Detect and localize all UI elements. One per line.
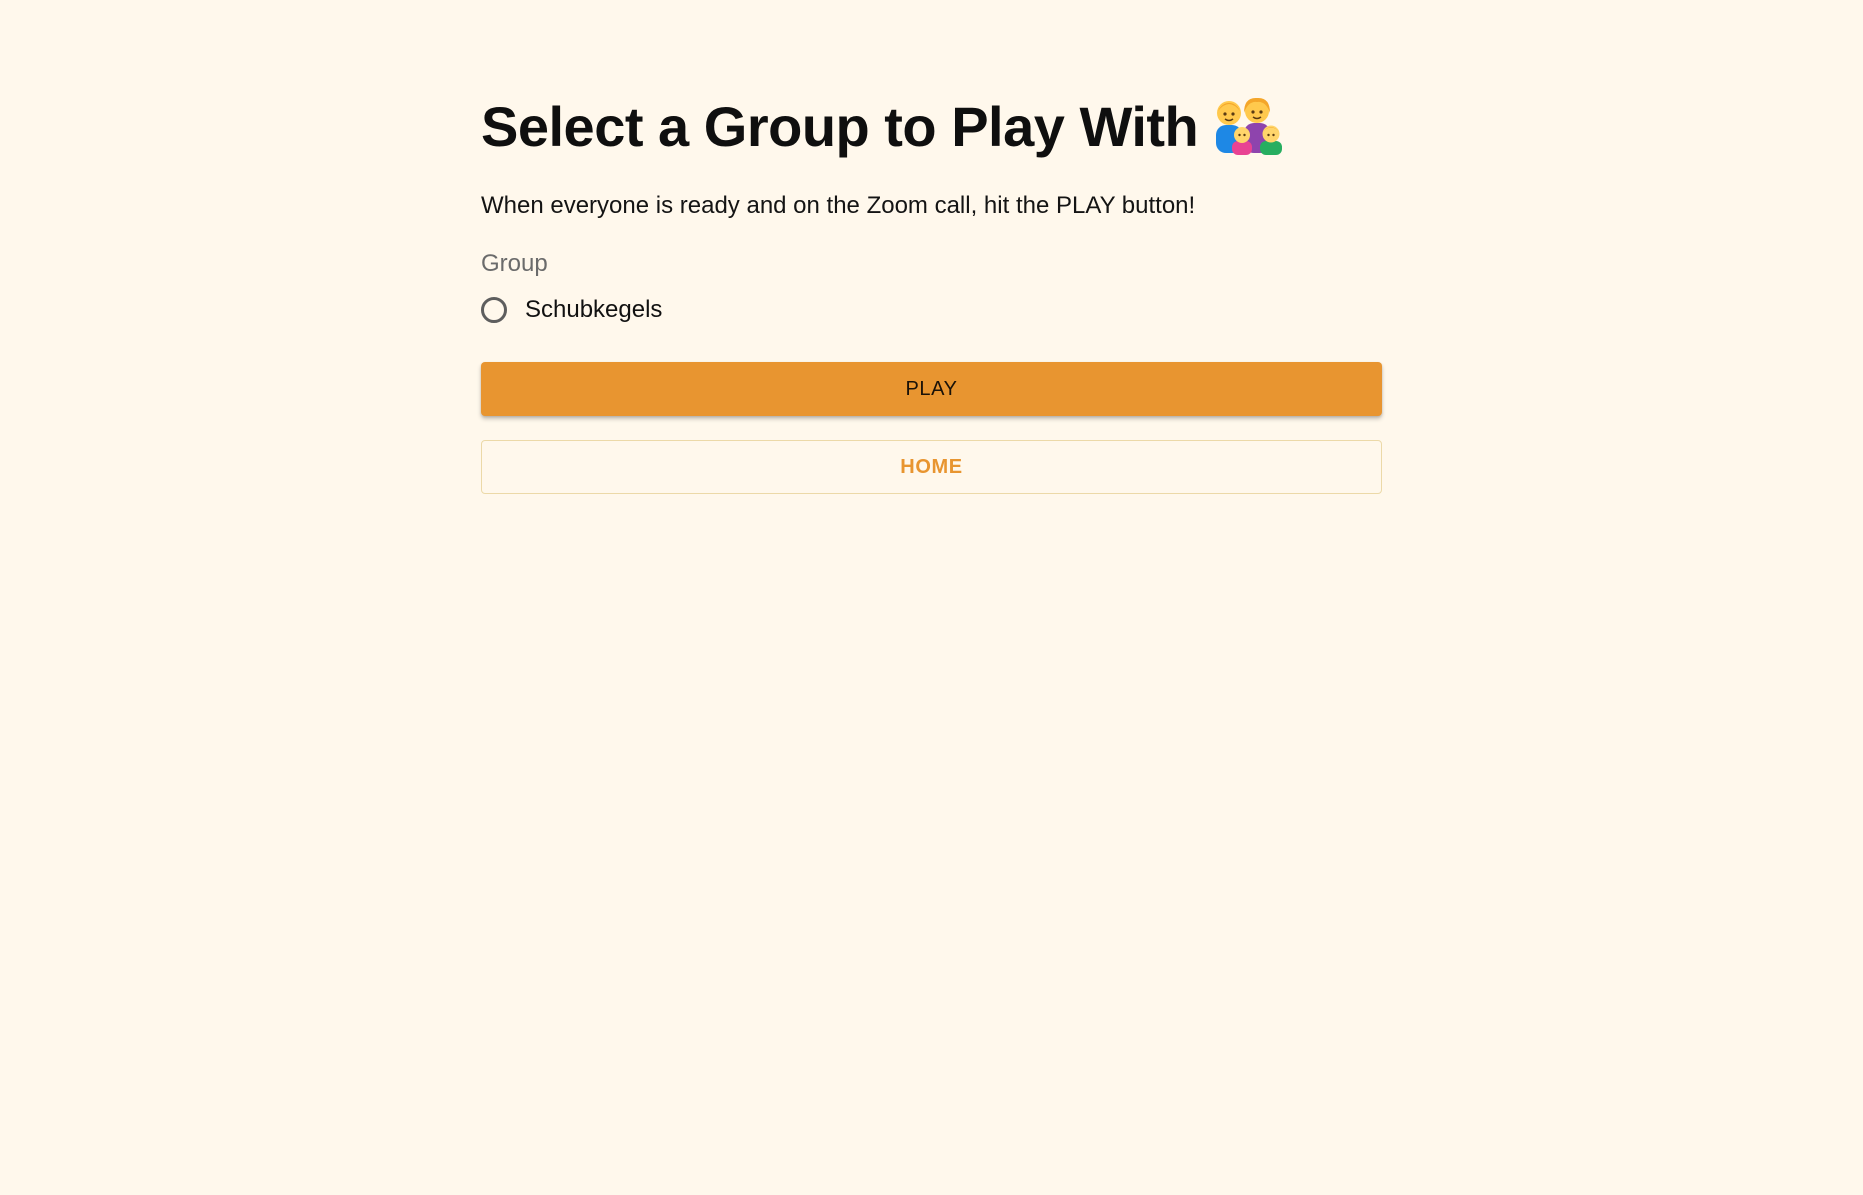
group-select-page: Select a Group to Play With When everyon…	[481, 92, 1382, 494]
family-icon	[1214, 95, 1286, 155]
page-subtitle: When everyone is ready and on the Zoom c…	[481, 192, 1196, 219]
play-button[interactable]: PLAY	[481, 362, 1382, 416]
radio-button[interactable]	[481, 297, 507, 323]
page-title-text: Select a Group to Play With	[481, 95, 1199, 158]
radio-option-schubkegels[interactable]: Schubkegels	[481, 294, 1382, 326]
page-title: Select a Group to Play With	[481, 92, 1382, 162]
home-button[interactable]: HOME	[481, 440, 1382, 494]
group-field-label: Group	[481, 250, 548, 277]
radio-option-label[interactable]: Schubkegels	[525, 294, 662, 326]
